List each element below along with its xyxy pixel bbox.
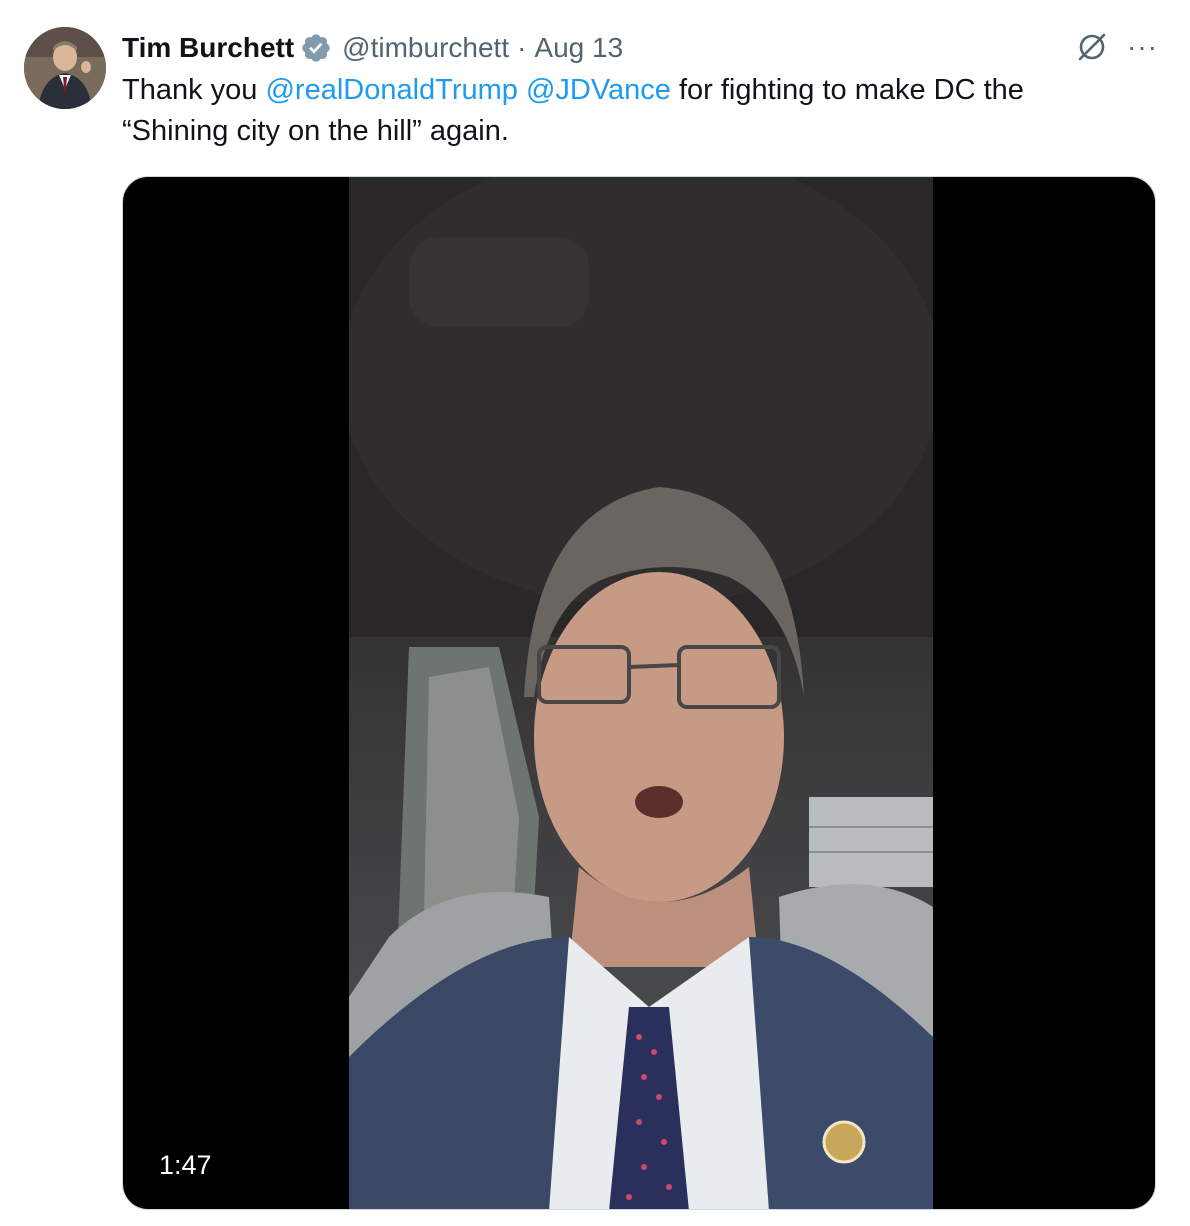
tweet-text-line2: “Shining city on the hill” again.	[122, 115, 509, 147]
handle[interactable]: @timburchett	[342, 28, 509, 68]
tweet-text-start: Thank you	[122, 74, 266, 106]
mention-jdvance[interactable]: @JDVance	[526, 74, 671, 106]
tweet-text: Thank you @realDonaldTrump @JDVance for …	[122, 70, 1112, 152]
video-duration: 1:47	[159, 1150, 212, 1180]
more-options-button[interactable]: ···	[1127, 33, 1158, 61]
video-frame[interactable]	[349, 177, 933, 1209]
avatar-image	[24, 27, 106, 109]
grok-icon[interactable]	[1075, 30, 1109, 64]
header-actions: ···	[1075, 30, 1158, 64]
tweet-text-space	[518, 74, 526, 106]
mention-realdonaldtrump[interactable]: @realDonaldTrump	[265, 74, 517, 106]
tweet-header: Tim Burchett @timburchett · Aug 13	[122, 28, 1160, 68]
tweet-text-line1-end: for fighting to make DC the	[670, 74, 1024, 106]
tweet[interactable]: Tim Burchett @timburchett · Aug 13 ··· T…	[0, 0, 1190, 1226]
display-name[interactable]: Tim Burchett	[122, 28, 294, 68]
separator-dot: ·	[517, 32, 527, 63]
verified-badge-icon[interactable]	[300, 32, 332, 64]
avatar[interactable]	[24, 27, 106, 109]
timestamp[interactable]: Aug 13	[534, 28, 623, 68]
video-thumbnail	[349, 177, 933, 1209]
video-player[interactable]: 1:47	[122, 176, 1156, 1210]
